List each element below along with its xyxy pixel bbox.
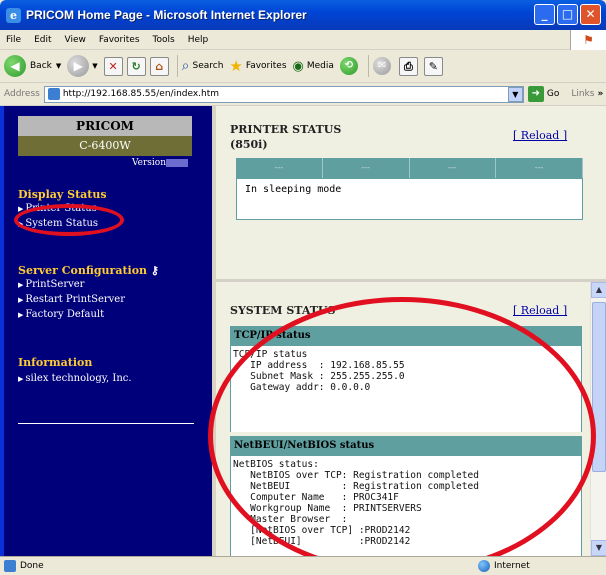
- version-label: Version: [132, 158, 167, 168]
- page-icon: [4, 560, 16, 572]
- version: Version: [132, 158, 189, 168]
- ie-logo-icon: e: [6, 7, 21, 23]
- printer-model: (850i): [230, 138, 268, 151]
- nav-silex[interactable]: ▶ silex technology, Inc.: [18, 373, 132, 384]
- stop-icon[interactable]: ✕: [103, 56, 123, 76]
- menu-view[interactable]: View: [65, 35, 86, 45]
- nav-factory-default[interactable]: ▶ Factory Default: [18, 309, 104, 320]
- minimize-button[interactable]: _: [534, 4, 555, 25]
- header-cell: ---: [236, 158, 323, 178]
- back-button[interactable]: ◀ Back ▼: [4, 55, 61, 77]
- page-icon: [47, 88, 60, 100]
- reload-link[interactable]: [ Reload ]: [513, 129, 567, 142]
- status-text: Done: [20, 561, 44, 571]
- windows-logo-icon: ⚑: [570, 30, 606, 50]
- scroll-up-icon[interactable]: ▲: [591, 282, 606, 298]
- star-icon: ★: [229, 57, 243, 75]
- menu-bar: File Edit View Favorites Tools Help ⚑: [0, 30, 606, 50]
- version-redacted: [166, 158, 189, 167]
- go-label: Go: [546, 89, 560, 99]
- key-icon: ⚷: [150, 264, 159, 277]
- scroll-down-icon[interactable]: ▼: [591, 540, 606, 556]
- toolbar-separator: [176, 55, 178, 77]
- toolbar: ◀ Back ▼ ▶ ▼ ✕ ↻ ⌂ ⌕ Search ★ Favorites …: [0, 50, 606, 83]
- annotation-circle: [208, 297, 596, 575]
- forward-arrow-icon: ▶: [67, 55, 90, 77]
- menu-tools[interactable]: Tools: [153, 35, 175, 45]
- search-button[interactable]: ⌕ Search: [182, 58, 224, 74]
- chevron-right-icon[interactable]: »: [597, 89, 603, 99]
- edit-icon[interactable]: ✎: [423, 56, 443, 76]
- search-icon: ⌕: [181, 58, 190, 74]
- section-information: Information: [18, 356, 93, 369]
- media-label: Media: [306, 61, 334, 71]
- favorites-button[interactable]: ★ Favorites: [229, 57, 286, 75]
- refresh-icon[interactable]: ↻: [126, 56, 146, 76]
- model-box: PRICOM C-6400W: [18, 116, 192, 156]
- search-label: Search: [192, 61, 224, 71]
- chevron-down-icon: ▼: [92, 62, 98, 70]
- print-icon[interactable]: ⎙: [398, 56, 418, 76]
- chevron-down-icon: ▼: [55, 62, 62, 70]
- menu-edit[interactable]: Edit: [34, 35, 51, 45]
- section-server-configuration-label: Server Configuration: [18, 264, 148, 277]
- mail-icon[interactable]: ✉: [372, 57, 391, 75]
- header-cell: ---: [323, 158, 410, 178]
- nav-printserver[interactable]: ▶ PrintServer: [18, 279, 84, 290]
- divider: [18, 423, 194, 424]
- printer-status-table: --- --- --- --- In sleeping mode: [236, 158, 583, 220]
- go-arrow-icon: ➜: [527, 86, 544, 102]
- brand-name: PRICOM: [18, 116, 192, 136]
- printer-status-title: PRINTER STATUS: [230, 123, 342, 136]
- status-bar: Done Internet: [0, 556, 606, 575]
- address-bar: Address http://192.168.85.55/en/index.ht…: [0, 83, 606, 106]
- links-button[interactable]: Links: [571, 89, 594, 99]
- maximize-button[interactable]: □: [557, 4, 578, 25]
- home-icon[interactable]: ⌂: [149, 56, 169, 76]
- window-title: PRICOM Home Page - Microsoft Internet Ex…: [26, 8, 307, 22]
- header-cell: ---: [410, 158, 497, 178]
- menu-help[interactable]: Help: [188, 35, 209, 45]
- section-display-status: Display Status: [18, 188, 107, 201]
- title-bar: e PRICOM Home Page - Microsoft Internet …: [0, 0, 606, 30]
- status-table-header: --- --- --- ---: [236, 158, 583, 178]
- go-button[interactable]: ➜ Go: [527, 86, 560, 102]
- close-button[interactable]: ✕: [580, 4, 601, 25]
- media-button[interactable]: ◉ Media: [293, 59, 334, 74]
- forward-button[interactable]: ▶ ▼: [67, 55, 98, 77]
- media-icon: ◉: [292, 58, 304, 74]
- security-zone: Internet: [478, 560, 530, 572]
- nav-restart-printserver-label: Restart PrintServer: [25, 294, 125, 305]
- favorites-label: Favorites: [245, 61, 287, 71]
- address-label: Address: [4, 89, 40, 99]
- nav-restart-printserver[interactable]: ▶ Restart PrintServer: [18, 294, 125, 305]
- menu-file[interactable]: File: [6, 35, 21, 45]
- back-label: Back: [30, 61, 52, 71]
- left-nav-frame: PRICOM C-6400W Version Display Status ▶ P…: [4, 106, 212, 556]
- model-name: C-6400W: [18, 136, 192, 156]
- header-cell: ---: [496, 158, 583, 178]
- status-message: In sleeping mode: [236, 178, 583, 220]
- nav-factory-default-label: Factory Default: [25, 309, 105, 320]
- history-icon[interactable]: ⟲: [339, 57, 358, 75]
- address-url: http://192.168.85.55/en/index.htm: [62, 89, 220, 99]
- section-server-configuration: Server Configuration ⚷: [18, 264, 159, 277]
- nav-silex-label: silex technology, Inc.: [25, 373, 132, 384]
- globe-icon: [478, 560, 490, 572]
- zone-label: Internet: [494, 561, 530, 571]
- reload-link[interactable]: [ Reload ]: [513, 304, 567, 317]
- back-arrow-icon: ◀: [4, 55, 26, 77]
- nav-printserver-label: PrintServer: [25, 279, 85, 290]
- chevron-down-icon[interactable]: ▼: [507, 86, 523, 102]
- annotation-circle: [14, 204, 124, 236]
- printer-status-frame: PRINTER STATUS (850i) [ Reload ] --- ---…: [216, 106, 606, 282]
- address-input[interactable]: http://192.168.85.55/en/index.htm ▼: [43, 85, 524, 103]
- toolbar-separator: [367, 55, 369, 77]
- menu-favorites[interactable]: Favorites: [99, 35, 140, 45]
